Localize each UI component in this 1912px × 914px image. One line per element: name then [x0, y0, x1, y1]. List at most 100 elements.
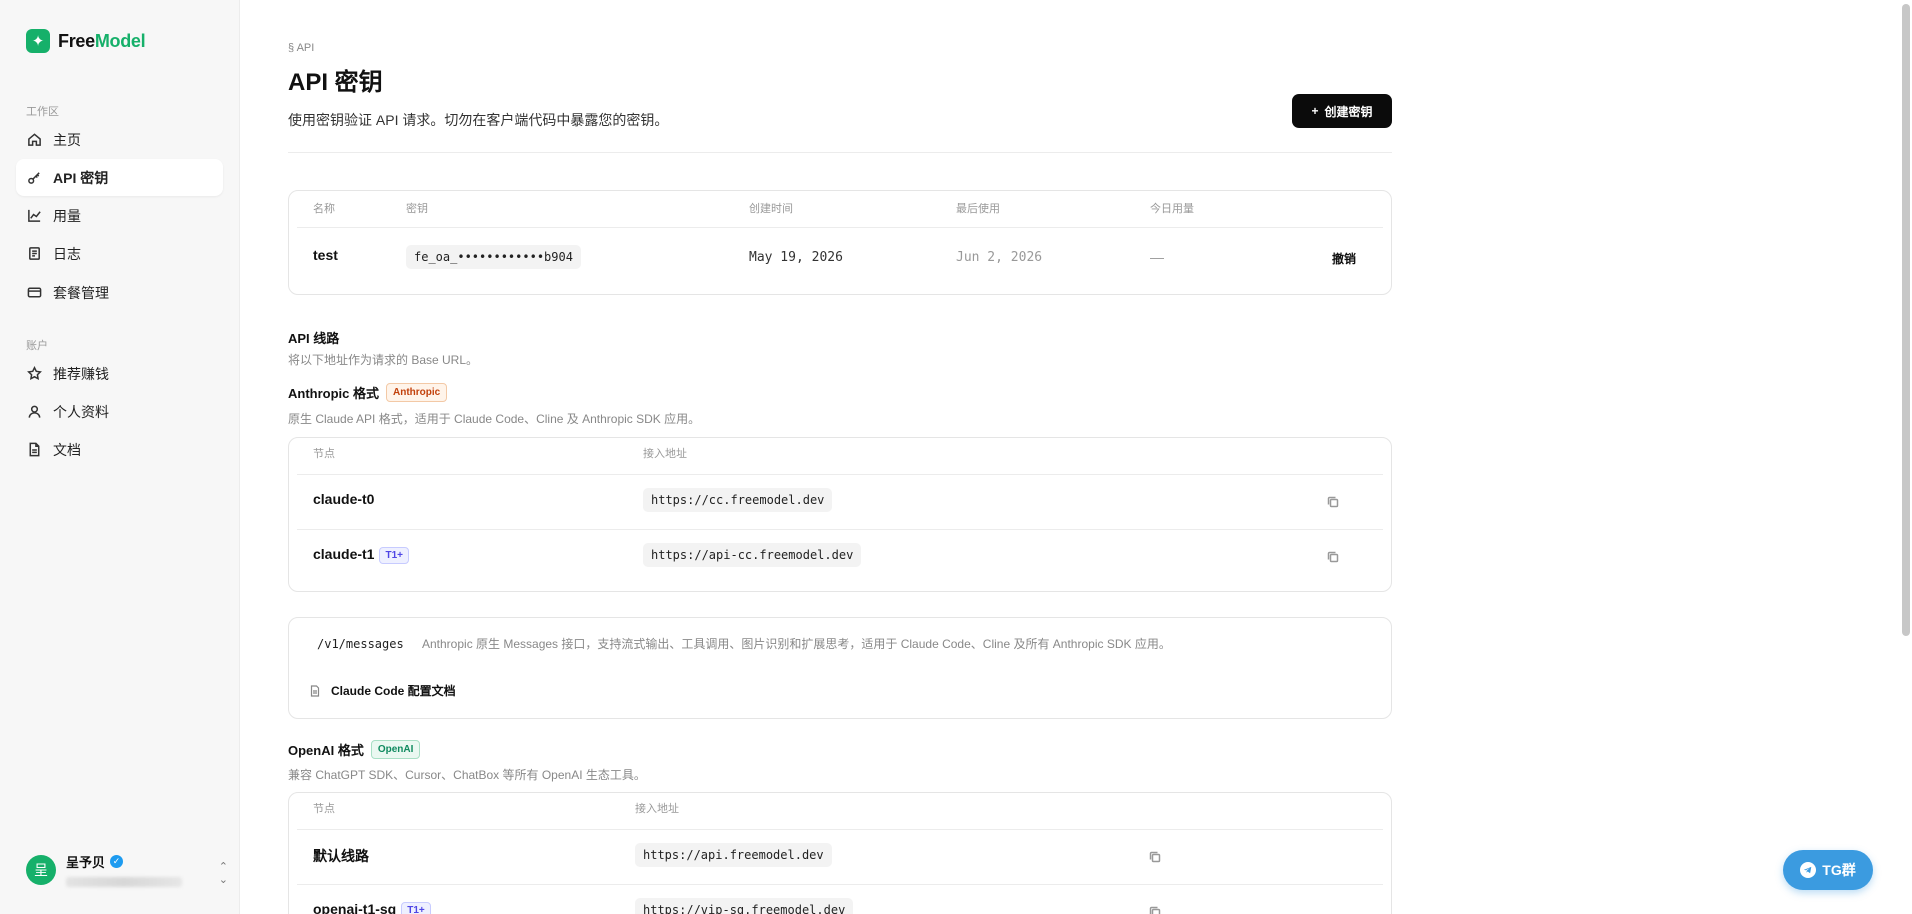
anthropic-routes-table: 节点 接入地址 claude-t0 https://cc.freemodel.d…: [288, 437, 1392, 592]
log-icon: [26, 246, 42, 262]
sidebar-item-profile[interactable]: 个人资料: [16, 393, 223, 430]
avatar: 呈: [26, 854, 56, 885]
sidebar-item-plans[interactable]: 套餐管理: [16, 274, 223, 311]
keys-table: 名称 密钥 创建时间 最后使用 今日用量 test fe_oa_••••••••…: [288, 190, 1392, 295]
tier-badge: T1+: [379, 546, 409, 564]
openai-routes-table: 节点 接入地址 默认线路 https://api.freemodel.dev o…: [288, 792, 1392, 914]
endpoint-path: /v1/messages: [317, 637, 404, 651]
key-created: May 19, 2026: [749, 250, 843, 265]
route-url[interactable]: https://api.freemodel.dev: [635, 843, 832, 867]
col-last-used: 最后使用: [956, 203, 1000, 215]
home-icon: [26, 132, 42, 148]
logo-icon: ✦: [26, 29, 50, 53]
create-key-label: 创建密钥: [1324, 104, 1373, 119]
key-last-used: Jun 2, 2026: [956, 250, 1043, 265]
col-node: 节点: [313, 803, 335, 815]
sidebar-item-usage[interactable]: 用量: [16, 197, 223, 234]
sidebar-item-label: 文档: [53, 441, 81, 458]
route-url[interactable]: https://vip-sg.freemodel.dev: [635, 898, 854, 914]
user-name-row: 呈予贝 ✓: [66, 852, 182, 871]
anthropic-section-title: Anthropic 格式 Anthropic: [288, 383, 448, 402]
sidebar-item-label: 个人资料: [53, 403, 109, 420]
endpoint-desc: Anthropic 原生 Messages 接口，支持流式输出、工具调用、图片识…: [422, 637, 1171, 651]
anthropic-badge: Anthropic: [386, 383, 448, 402]
table-divider: [297, 829, 1383, 830]
copy-icon[interactable]: [1327, 495, 1339, 508]
sidebar-item-docs[interactable]: 文档: [16, 431, 223, 468]
claude-code-doc-link[interactable]: Claude Code 配置文档: [309, 682, 456, 699]
route-node: 默认线路: [313, 848, 369, 864]
revoke-button[interactable]: 撤销: [1332, 250, 1356, 267]
card-icon: [26, 285, 42, 301]
user-icon: [26, 404, 42, 420]
sidebar-item-label: 日志: [53, 245, 81, 262]
col-name: 名称: [313, 203, 335, 215]
copy-icon[interactable]: [1149, 850, 1161, 863]
sidebar-item-label: API 密钥: [53, 169, 109, 186]
anthropic-title-text: Anthropic 格式: [288, 386, 379, 401]
col-key: 密钥: [406, 203, 428, 215]
chevron-up-down-icon[interactable]: ⌃ ⌄: [219, 860, 228, 886]
route-node: claude-t0: [313, 491, 375, 507]
col-url: 接入地址: [643, 448, 687, 460]
key-value[interactable]: fe_oa_••••••••••••b904: [406, 245, 581, 269]
endpoint-card: /v1/messages Anthropic 原生 Messages 接口，支持…: [288, 617, 1392, 719]
key-usage: —: [1150, 249, 1164, 265]
routes-desc: 将以下地址作为请求的 Base URL。: [288, 353, 479, 367]
route-url[interactable]: https://cc.freemodel.dev: [643, 488, 833, 512]
sidebar-item-home[interactable]: 主页: [16, 121, 223, 158]
telegram-group-button[interactable]: TG群: [1783, 850, 1873, 890]
route-node: claude-t1 T1+: [313, 546, 409, 564]
brand-logo[interactable]: ✦ FreeModel: [26, 29, 146, 53]
key-icon: [26, 170, 42, 186]
col-usage: 今日用量: [1150, 203, 1194, 215]
create-key-button[interactable]: + 创建密钥: [1292, 94, 1392, 128]
doc-link-label: Claude Code 配置文档: [331, 684, 456, 698]
header-divider: [288, 152, 1392, 153]
tier-badge: T1+: [401, 901, 431, 914]
routes-title: API 线路: [288, 331, 340, 346]
chart-icon: [26, 208, 42, 224]
route-node: openai-t1-sg T1+: [313, 901, 431, 914]
table-divider: [297, 474, 1383, 475]
copy-icon[interactable]: [1327, 550, 1339, 563]
page-subtitle: 使用密钥验证 API 请求。切勿在客户端代码中暴露您的密钥。: [288, 112, 669, 128]
table-divider: [297, 529, 1383, 530]
star-icon: [26, 366, 42, 382]
workspace-section-label: 工作区: [26, 106, 59, 118]
sidebar-item-api-keys[interactable]: API 密钥: [16, 159, 223, 196]
telegram-icon: [1800, 862, 1817, 878]
anthropic-desc: 原生 Claude API 格式，适用于 Claude Code、Cline 及…: [288, 412, 701, 426]
brand-name: FreeModel: [58, 30, 146, 51]
sidebar-item-label: 主页: [53, 131, 81, 148]
account-section-label: 账户: [26, 340, 48, 352]
user-name: 呈予贝: [66, 855, 106, 870]
sidebar-item-label: 推荐赚钱: [53, 365, 109, 382]
page-title: API 密钥: [288, 69, 383, 96]
user-menu[interactable]: 呈 呈予贝 ✓ ⌃ ⌄: [26, 852, 228, 887]
sidebar-item-referral[interactable]: 推荐赚钱: [16, 355, 223, 392]
doc-icon: [26, 442, 42, 458]
table-divider: [297, 884, 1383, 885]
openai-section-title: OpenAI 格式 OpenAI: [288, 740, 421, 759]
col-url: 接入地址: [635, 803, 679, 815]
user-email-redacted: [66, 877, 182, 887]
breadcrumb: § API: [288, 42, 315, 54]
openai-badge: OpenAI: [370, 740, 421, 759]
plus-icon: +: [1311, 104, 1319, 118]
sidebar-item-label: 用量: [53, 207, 81, 224]
file-icon: [310, 684, 320, 697]
route-url[interactable]: https://api-cc.freemodel.dev: [643, 543, 862, 567]
openai-title-text: OpenAI 格式: [288, 743, 364, 758]
verified-icon: ✓: [110, 855, 124, 868]
sidebar-item-label: 套餐管理: [53, 284, 109, 301]
col-node: 节点: [313, 448, 335, 460]
openai-desc: 兼容 ChatGPT SDK、Cursor、ChatBox 等所有 OpenAI…: [288, 768, 646, 782]
sidebar-item-logs[interactable]: 日志: [16, 235, 223, 272]
copy-icon[interactable]: [1149, 905, 1161, 914]
sidebar: ✦ FreeModel 工作区 主页 API 密钥 用量 日志 套餐管理 账户 …: [0, 0, 240, 914]
scrollbar[interactable]: [1902, 4, 1910, 636]
table-divider: [297, 227, 1383, 228]
telegram-label: TG群: [1822, 862, 1856, 878]
key-name: test: [313, 247, 338, 263]
